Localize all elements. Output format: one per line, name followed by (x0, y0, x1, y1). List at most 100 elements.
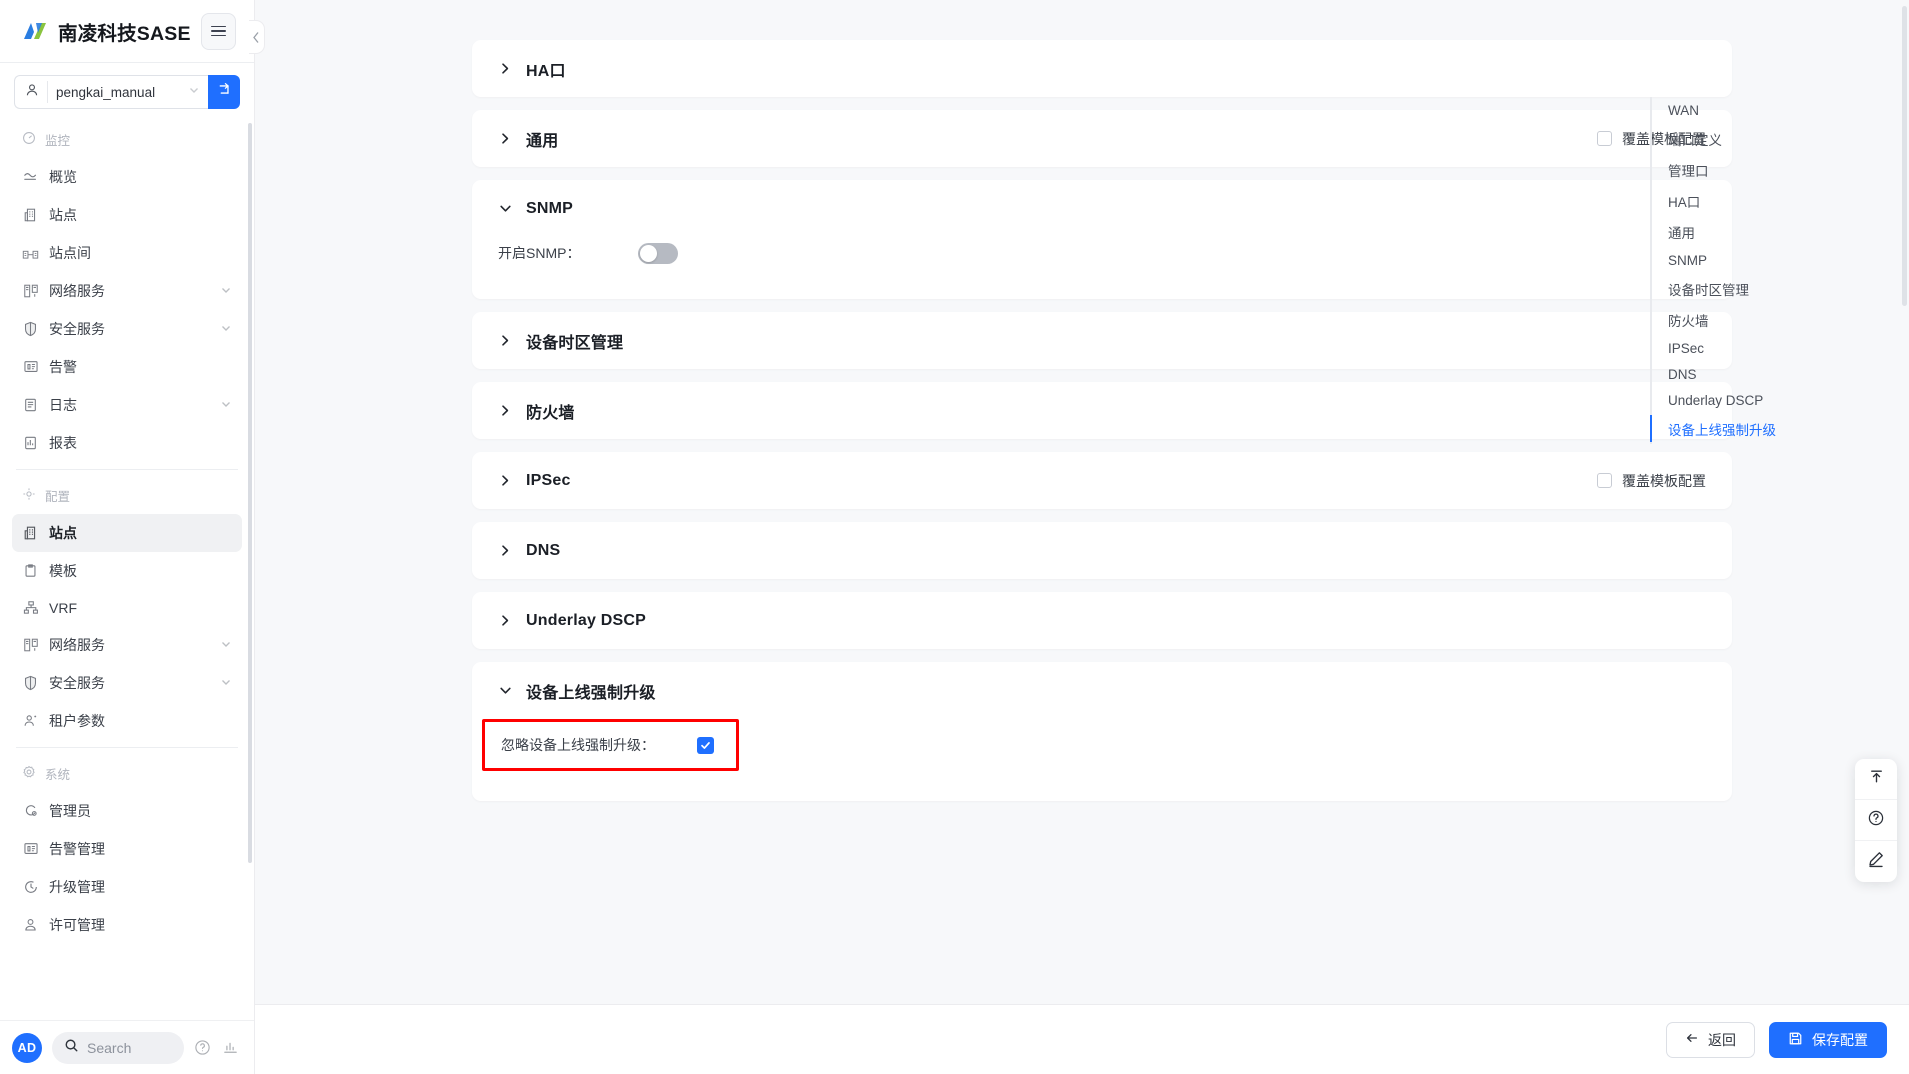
help-circle-icon[interactable] (194, 1039, 212, 1056)
section-ipsec: IPSec 覆盖模板配置 (472, 452, 1732, 509)
sidebar-item-vrf[interactable]: VRF (12, 590, 242, 626)
back-button[interactable]: 返回 (1666, 1021, 1755, 1058)
chevron-right-icon (498, 132, 512, 145)
app-root: 南凌科技SASE pengkai_manual 监控 概览 站点 站点间 网络服… (0, 0, 1909, 1074)
snmp-enable-toggle[interactable] (638, 242, 678, 264)
section-title: 设备上线强制升级 (526, 684, 656, 702)
section-title: 设备时区管理 (526, 334, 624, 352)
sidebar-item-network-service-monitor[interactable]: 网络服务 (12, 272, 242, 310)
anchor-item-ipsec[interactable]: IPSec (1652, 335, 1840, 361)
chevron-down-icon (220, 675, 232, 691)
section-ha-port-header[interactable]: HA口 (498, 40, 1706, 97)
anchor-item-port-definition[interactable]: 端口定义 (1652, 123, 1840, 154)
content-scrollbar[interactable] (1902, 6, 1907, 306)
alarm-icon (22, 841, 39, 857)
chevron-right-icon (498, 334, 512, 347)
sidebar-scrollbar[interactable] (248, 123, 252, 863)
sidebar-item-license-management[interactable]: 许可管理 (12, 906, 242, 944)
section-device-timezone: 设备时区管理 (472, 312, 1732, 369)
switch-tenant-icon (217, 82, 232, 102)
highlight-annotation: 忽略设备上线强制升级： (482, 719, 739, 771)
anchor-item-ha-port[interactable]: HA口 (1652, 185, 1840, 216)
section-snmp-body: 开启SNMP： (498, 237, 1706, 299)
sidebar-item-overview[interactable]: 概览 (12, 158, 242, 196)
sidebar-item-alarm[interactable]: 告警 (12, 348, 242, 386)
anchor-item-wan[interactable]: WAN (1652, 97, 1840, 123)
save-config-button[interactable]: 保存配置 (1769, 1021, 1887, 1058)
anchor-item-underlay-dscp[interactable]: Underlay DSCP (1652, 387, 1840, 413)
section-title: DNS (526, 541, 561, 559)
sidebar-item-log[interactable]: 日志 (12, 386, 242, 424)
sidebar: 南凌科技SASE pengkai_manual 监控 概览 站点 站点间 网络服… (0, 0, 255, 1074)
sidebar-item-admin[interactable]: 管理员 (12, 792, 242, 830)
search-icon (64, 1038, 79, 1058)
section-general-header[interactable]: 通用 覆盖模板配置 (498, 110, 1706, 167)
section-dns-header[interactable]: DNS (498, 522, 1706, 579)
network-service-icon (22, 283, 39, 299)
avatar[interactable]: AD (12, 1032, 42, 1063)
section-firewall-header[interactable]: 防火墙 (498, 382, 1706, 439)
section-title: SNMP (526, 199, 574, 217)
section-ipsec-actions: 覆盖模板配置 (1597, 471, 1706, 491)
chart-bar-icon[interactable] (222, 1039, 240, 1056)
sidebar-item-security-service-monitor[interactable]: 安全服务 (12, 310, 242, 348)
switch-tenant-button[interactable] (208, 75, 240, 109)
search-input[interactable]: Search (52, 1031, 184, 1064)
edit-button[interactable] (1855, 841, 1897, 882)
sidebar-collapse-handle[interactable] (249, 20, 265, 54)
back-to-top-button[interactable] (1855, 759, 1897, 800)
alarm-icon (22, 359, 39, 375)
sidebar-item-site-to-site[interactable]: 站点间 (12, 234, 242, 272)
sidebar-item-label: 日志 (49, 397, 77, 413)
sidebar-footer: AD Search (0, 1020, 254, 1074)
brand-logo-icon (22, 19, 48, 43)
sidebar-item-label: 站点 (49, 207, 77, 223)
sidebar-item-label: 升级管理 (49, 879, 105, 895)
anchor-item-device-timezone[interactable]: 设备时区管理 (1652, 273, 1840, 304)
anchor-item-force-upgrade[interactable]: 设备上线强制升级 (1650, 413, 1840, 444)
tenant-select[interactable]: pengkai_manual (14, 75, 208, 109)
arrow-left-icon (1685, 1031, 1699, 1048)
tenant-selector-row: pengkai_manual (14, 75, 240, 109)
sidebar-item-upgrade-management[interactable]: 升级管理 (12, 868, 242, 906)
section-force-upgrade: 设备上线强制升级 忽略设备上线强制升级： (472, 662, 1732, 801)
sidebar-item-site-config[interactable]: 站点 (12, 514, 242, 552)
nav-group-label: 系统 (45, 768, 71, 782)
sidebar-item-security-service-config[interactable]: 安全服务 (12, 664, 242, 702)
section-ipsec-header[interactable]: IPSec 覆盖模板配置 (498, 452, 1706, 509)
snmp-enable-label: 开启SNMP： (498, 245, 581, 261)
anchor-item-management-port[interactable]: 管理口 (1652, 154, 1840, 185)
nav-group-config: 配置 (0, 477, 254, 514)
anchor-item-general[interactable]: 通用 (1652, 216, 1840, 247)
section-ha-port: HA口 (472, 40, 1732, 97)
section-title: IPSec (526, 471, 571, 489)
chevron-down-icon (188, 83, 200, 101)
section-title: 通用 (526, 132, 559, 150)
ignore-force-upgrade-checkbox[interactable] (697, 736, 714, 754)
nav-group-label: 配置 (45, 490, 71, 504)
sidebar-item-tenant-params[interactable]: 租户参数 (12, 702, 242, 740)
sidebar-item-alarm-management[interactable]: 告警管理 (12, 830, 242, 868)
sidebar-item-report[interactable]: 报表 (12, 424, 242, 462)
checkbox-label: 覆盖模板配置 (1622, 472, 1706, 489)
help-button[interactable] (1855, 800, 1897, 841)
sidebar-item-network-service-config[interactable]: 网络服务 (12, 626, 242, 664)
ignore-force-upgrade-label: 忽略设备上线强制升级： (501, 737, 655, 753)
floating-toolbar (1855, 759, 1897, 882)
anchor-item-snmp[interactable]: SNMP (1652, 247, 1840, 273)
sidebar-item-template[interactable]: 模板 (12, 552, 242, 590)
section-underlay-dscp-header[interactable]: Underlay DSCP (498, 592, 1706, 649)
section-device-timezone-header[interactable]: 设备时区管理 (498, 312, 1706, 369)
section-dns: DNS (472, 522, 1732, 579)
anchor-item-firewall[interactable]: 防火墙 (1652, 304, 1840, 335)
chevron-right-icon (498, 614, 512, 627)
anchor-item-dns[interactable]: DNS (1652, 361, 1840, 387)
tenant-param-icon (22, 713, 39, 729)
section-snmp-header[interactable]: SNMP (498, 180, 1706, 237)
sidebar-item-label: 概览 (49, 169, 77, 185)
override-template-checkbox-ipsec[interactable]: 覆盖模板配置 (1597, 471, 1706, 491)
section-force-upgrade-header[interactable]: 设备上线强制升级 (498, 662, 1706, 719)
sidebar-toggle-button[interactable] (200, 12, 236, 50)
report-icon (22, 435, 39, 451)
sidebar-item-site-monitor[interactable]: 站点 (12, 196, 242, 234)
